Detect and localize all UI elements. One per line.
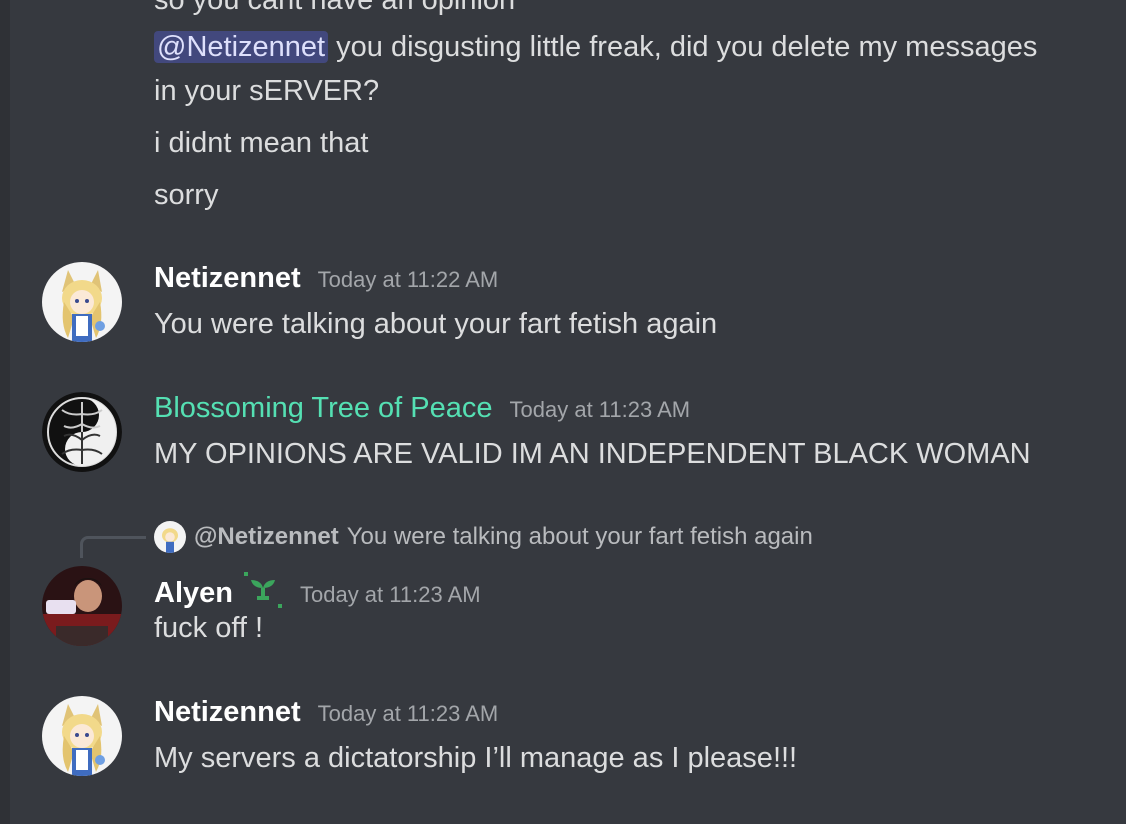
timestamp[interactable]: Today at 11:23 AM bbox=[510, 397, 691, 423]
reply-avatar bbox=[154, 521, 186, 553]
author-name[interactable]: Netizennet bbox=[154, 696, 301, 729]
message-text: My servers a dictatorship I’ll manage as… bbox=[154, 742, 798, 774]
message-text: MY OPINIONS ARE VALID IM AN INDEPENDENT … bbox=[154, 438, 1031, 470]
message-text: You were talking about your fart fetish … bbox=[154, 308, 718, 340]
message-text: i didnt mean that bbox=[154, 127, 369, 159]
anime-fox-girl-icon bbox=[42, 696, 122, 776]
user-mention[interactable]: @Netizennet bbox=[154, 31, 329, 63]
netizennet-avatar[interactable] bbox=[42, 696, 122, 776]
message-text: @Netizennet you disgusting little freak,… bbox=[154, 25, 1037, 69]
message-header: Netizennet Today at 11:23 AM bbox=[154, 696, 498, 732]
reply-text: You were talking about your fart fetish … bbox=[346, 523, 813, 550]
anime-fox-girl-icon bbox=[42, 262, 122, 342]
blossoming-tree-avatar[interactable] bbox=[42, 392, 122, 472]
message-text: sorry bbox=[154, 179, 219, 211]
timestamp[interactable]: Today at 11:23 AM bbox=[318, 701, 499, 727]
yin-yang-tree-icon bbox=[42, 392, 122, 472]
message-header: Alyen Today at 11:23 AM bbox=[154, 566, 481, 609]
reply-preview[interactable]: @Netizennet You were talking about your … bbox=[154, 518, 813, 556]
timestamp[interactable]: Today at 11:22 AM bbox=[318, 267, 499, 293]
author-name[interactable]: Netizennet bbox=[154, 262, 301, 295]
sprout-badge-icon[interactable] bbox=[243, 572, 283, 608]
netizennet-avatar[interactable] bbox=[42, 262, 122, 342]
reply-connector bbox=[80, 536, 146, 558]
timestamp[interactable]: Today at 11:23 AM bbox=[300, 582, 481, 608]
channel-edge bbox=[0, 0, 10, 824]
reply-author[interactable]: @Netizennet bbox=[194, 523, 339, 551]
message-text-cut: so you cant have an opinion bbox=[154, 0, 516, 16]
message-text-part: you disgusting little freak, did you del… bbox=[328, 31, 1038, 63]
alyen-avatar[interactable] bbox=[42, 566, 122, 646]
message-header: Netizennet Today at 11:22 AM bbox=[154, 262, 498, 298]
photo-avatar-icon bbox=[42, 566, 122, 646]
message-text: in your sERVER? bbox=[154, 75, 380, 107]
message-header: Blossoming Tree of Peace Today at 11:23 … bbox=[154, 392, 690, 428]
anime-fox-girl-icon bbox=[154, 521, 186, 553]
author-name[interactable]: Blossoming Tree of Peace bbox=[154, 392, 493, 425]
message-text: fuck off ! bbox=[154, 612, 264, 644]
